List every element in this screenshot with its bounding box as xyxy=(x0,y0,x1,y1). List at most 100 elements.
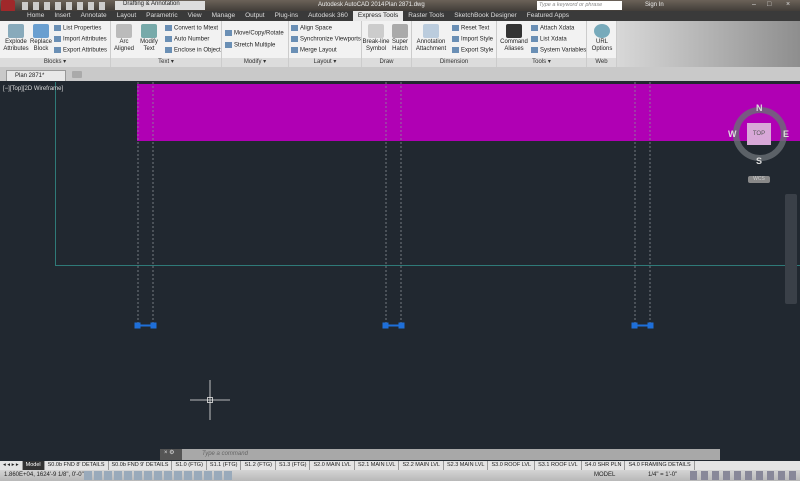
command-line[interactable]: × ⚙ Type a command xyxy=(160,449,720,460)
layout-tab[interactable]: S1.3 (FTG) xyxy=(276,461,311,470)
list-properties-button[interactable]: List Properties xyxy=(54,25,101,32)
super-hatch-button[interactable]: Super Hatch xyxy=(390,24,410,53)
layout-tab[interactable]: S1.1 (FTG) xyxy=(207,461,242,470)
system-variables-button[interactable]: System Variables xyxy=(531,47,586,54)
merge-layout-button[interactable]: Merge Layout xyxy=(291,47,337,54)
command-aliases-button[interactable]: Command Aliases xyxy=(499,24,529,53)
synchronize-viewports-button[interactable]: Synchronize Viewports xyxy=(291,36,361,43)
viewcube-top-face[interactable]: TOP xyxy=(747,123,771,145)
drawing-canvas[interactable] xyxy=(0,82,800,461)
tab-parametric[interactable]: Parametric xyxy=(141,11,182,21)
tab-output[interactable]: Output xyxy=(240,11,270,21)
grips[interactable] xyxy=(134,322,654,329)
import-attributes-button[interactable]: Import Attributes xyxy=(54,36,107,43)
new-tab-button[interactable] xyxy=(72,71,82,78)
panel-dimension: Annotation Attachment Reset Text Import … xyxy=(412,21,497,67)
convert-to-mtext-button[interactable]: Convert to Mtext xyxy=(165,25,218,32)
export-style-button[interactable]: Export Style xyxy=(452,47,493,54)
compass-east[interactable]: E xyxy=(783,129,789,139)
break-line-symbol-button[interactable]: Break-line Symbol xyxy=(362,24,390,53)
panel-label[interactable]: Layout ▾ xyxy=(289,58,361,67)
layout-tab[interactable]: S3.1 ROOF LVL xyxy=(535,461,582,470)
modify-text-icon xyxy=(141,24,157,38)
attach-xdata-button[interactable]: Attach Xdata xyxy=(531,25,574,32)
compass-west[interactable]: W xyxy=(728,129,737,139)
layout-tab[interactable]: S2.1 MAIN LVL xyxy=(355,461,400,470)
annotation-attachment-button[interactable]: Annotation Attachment xyxy=(414,24,448,53)
enclose-in-object-button[interactable]: Enclose in Object xyxy=(165,47,221,54)
tab-sketchbook-designer[interactable]: SketchBook Designer xyxy=(449,11,522,21)
export-icon xyxy=(54,47,61,53)
tab-raster-tools[interactable]: Raster Tools xyxy=(403,11,449,21)
tab-home[interactable]: Home xyxy=(22,11,49,21)
panel-label[interactable]: Tools ▾ xyxy=(497,58,586,67)
import-style-button[interactable]: Import Style xyxy=(452,36,493,43)
layout-tab[interactable]: S4.0 FRAMING DETAILS xyxy=(625,461,695,470)
compass-south[interactable]: S xyxy=(756,156,762,166)
drafting-toggles[interactable] xyxy=(84,471,234,480)
layout-nav-buttons[interactable]: ◂ ◂ ▸ ▸ xyxy=(0,461,23,470)
workspace-select[interactable]: Drafting & Annotation xyxy=(115,1,205,10)
search-input[interactable]: Type a keyword or phrase xyxy=(537,1,622,10)
command-input[interactable]: Type a command xyxy=(202,451,248,457)
layout-tab[interactable]: S1.0 (FTG) xyxy=(172,461,207,470)
sign-in-button[interactable]: Sign In xyxy=(645,2,664,8)
layout-tab[interactable]: S2.3 MAIN LVL xyxy=(444,461,489,470)
tab-featured-apps[interactable]: Featured Apps xyxy=(522,11,574,21)
auto-number-button[interactable]: Auto Number xyxy=(165,36,209,43)
tab-model[interactable]: Model xyxy=(22,461,45,470)
tab-annotate[interactable]: Annotate xyxy=(76,11,112,21)
layout-tab[interactable]: S0.0b FND 9' DETAILS xyxy=(109,461,173,470)
command-line-handle[interactable]: × ⚙ xyxy=(160,449,182,460)
quick-access-toolbar[interactable] xyxy=(22,2,110,10)
tab-plug-ins[interactable]: Plug-ins xyxy=(270,11,303,21)
model-space-button[interactable]: MODEL xyxy=(594,472,615,478)
maximize-button[interactable]: □ xyxy=(767,1,771,8)
command-icon xyxy=(506,24,522,38)
viewport-controls-label[interactable]: [−][Top][2D Wireframe] xyxy=(3,86,63,92)
minimize-button[interactable]: – xyxy=(752,1,756,8)
number-icon xyxy=(165,36,172,42)
layout-tab[interactable]: S2.2 MAIN LVL xyxy=(399,461,444,470)
doc-tab-plan-2871[interactable]: Plan 2871* xyxy=(6,70,66,81)
tab-express-tools[interactable]: Express Tools xyxy=(352,11,404,21)
tab-view[interactable]: View xyxy=(183,11,207,21)
break-line-icon xyxy=(368,24,384,38)
modify-text-button[interactable]: Modify Text xyxy=(137,24,161,53)
tab-insert[interactable]: Insert xyxy=(49,11,75,21)
layout-tab[interactable]: S1.2 (FTG) xyxy=(241,461,276,470)
layout-tab[interactable]: S3.0 ROOF LVL xyxy=(488,461,536,470)
coordinates-readout[interactable]: 1.860E+04, 1624'-9 1/8", 0'-0" xyxy=(4,472,84,478)
replace-block-button[interactable]: Replace Block xyxy=(30,24,52,53)
drawing-viewport[interactable]: [−][Top][2D Wireframe] TOP N S E W WCS xyxy=(0,82,800,461)
export-attributes-button[interactable]: Export Attributes xyxy=(54,47,107,54)
close-button[interactable]: × xyxy=(786,1,790,8)
tab-autodesk-360[interactable]: Autodesk 360 xyxy=(303,11,353,21)
move-copy-rotate-button[interactable]: Move/Copy/Rotate xyxy=(225,30,284,37)
layout-tab[interactable]: S0.0b FND 8' DETAILS xyxy=(45,461,109,470)
navigation-bar[interactable] xyxy=(785,194,797,304)
list-xdata-button[interactable]: List Xdata xyxy=(531,36,567,43)
align-icon xyxy=(291,25,298,31)
stretch-multiple-button[interactable]: Stretch Multiple xyxy=(225,42,275,49)
tab-layout[interactable]: Layout xyxy=(112,11,142,21)
explode-icon xyxy=(8,24,24,38)
layout-tab[interactable]: S2.0 MAIN LVL xyxy=(310,461,355,470)
align-space-button[interactable]: Align Space xyxy=(291,25,332,32)
compass-north[interactable]: N xyxy=(756,103,763,113)
url-options-button[interactable]: URL Options xyxy=(588,24,616,53)
panel-draw: Break-line Symbol Super Hatch Draw xyxy=(362,21,412,67)
layout-tab[interactable]: S4.0 SHR PLN xyxy=(582,461,626,470)
export-style-icon xyxy=(452,47,459,53)
merge-icon xyxy=(291,47,298,53)
panel-label[interactable]: Modify ▾ xyxy=(222,58,288,67)
reset-text-button[interactable]: Reset Text xyxy=(452,25,489,32)
arc-aligned-button[interactable]: Arc Aligned xyxy=(113,24,135,53)
wcs-menu[interactable]: WCS xyxy=(748,176,770,183)
panel-label[interactable]: Blocks ▾ xyxy=(0,58,110,67)
tab-manage[interactable]: Manage xyxy=(207,11,241,21)
explode-attributes-button[interactable]: Explode Attributes xyxy=(2,24,30,53)
status-tray-icons[interactable] xyxy=(690,471,798,480)
annotation-scale[interactable]: 1/4" = 1'-0" xyxy=(648,472,677,478)
panel-label[interactable]: Text ▾ xyxy=(111,58,221,67)
